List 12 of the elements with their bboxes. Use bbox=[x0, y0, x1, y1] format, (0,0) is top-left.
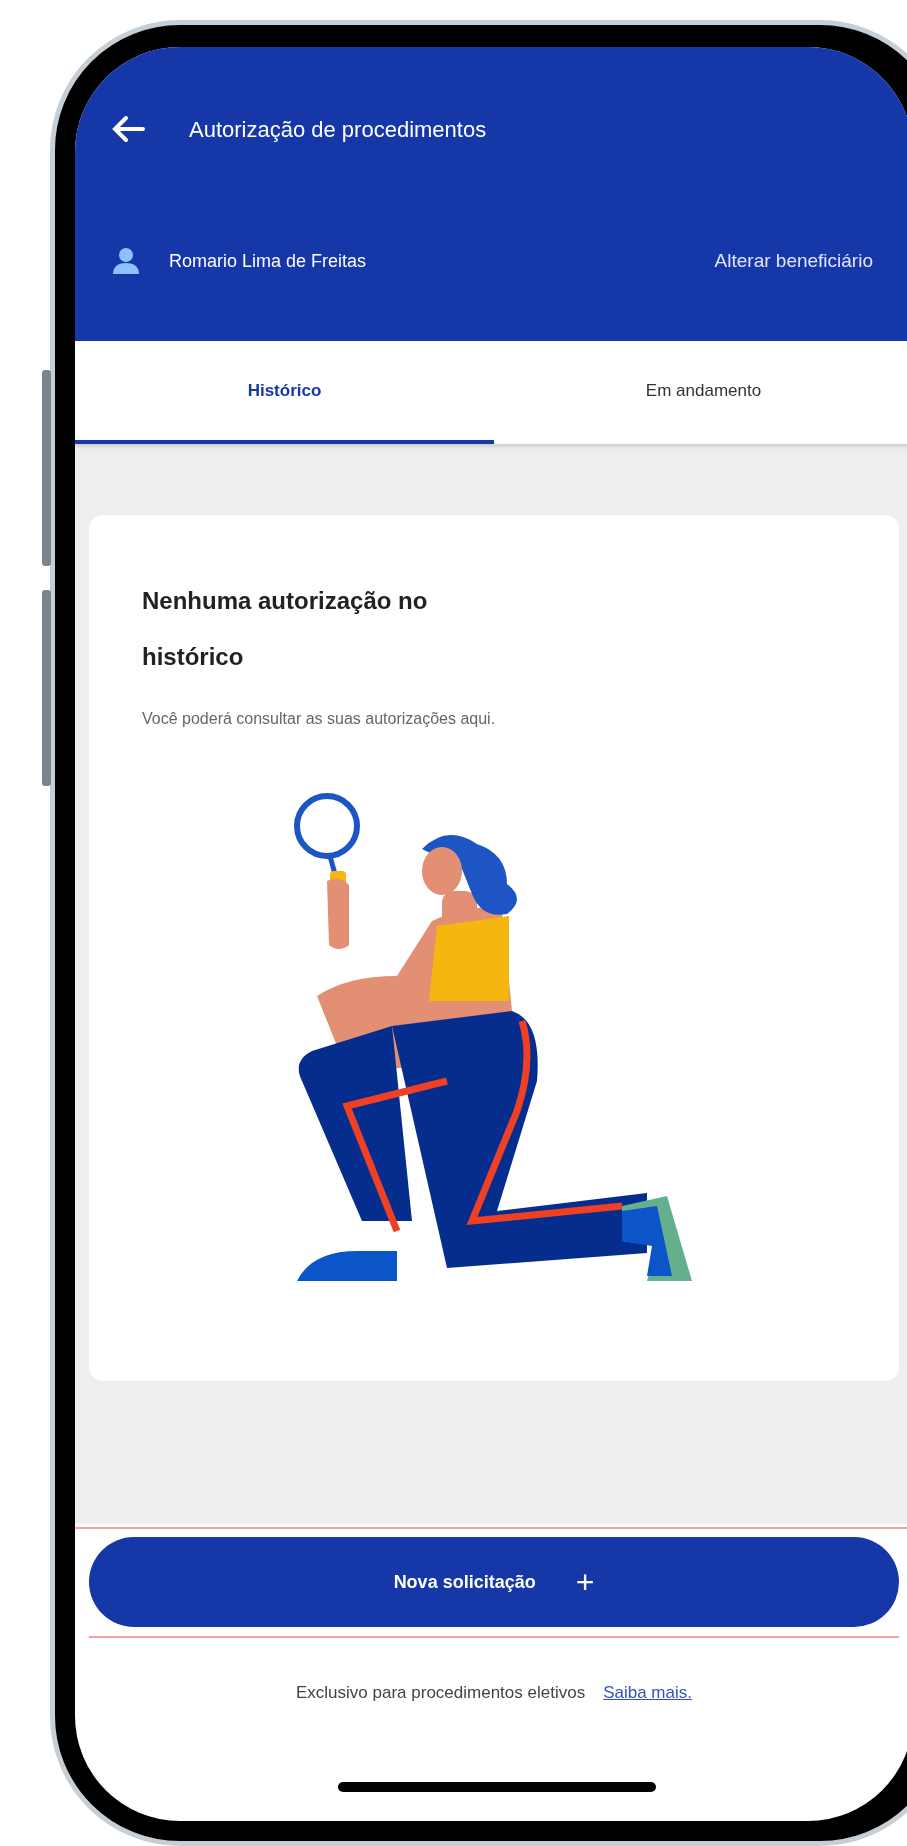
new-request-button[interactable]: Nova solicitação + bbox=[89, 1537, 899, 1627]
tab[interactable]: Em andamento bbox=[494, 341, 907, 444]
empty-title: Nenhuma autorização no histórico bbox=[142, 586, 429, 672]
footer-note: Exclusivo para procedimentos eletivos bbox=[296, 1682, 586, 1704]
person-icon bbox=[111, 246, 141, 276]
beneficiary-name: Romario Lima de Freitas bbox=[169, 249, 367, 273]
learn-more-link[interactable]: Saiba mais. bbox=[603, 1680, 692, 1706]
screen-title: Autorização de procedimentos bbox=[189, 115, 487, 144]
tab[interactable]: Histórico bbox=[75, 341, 494, 444]
back-arrow-icon[interactable] bbox=[111, 115, 145, 143]
change-beneficiary-link[interactable]: Alterar beneficiário bbox=[714, 246, 873, 276]
empty-message: Você poderá consultar as suas autorizações aqui. bbox=[142, 709, 497, 729]
